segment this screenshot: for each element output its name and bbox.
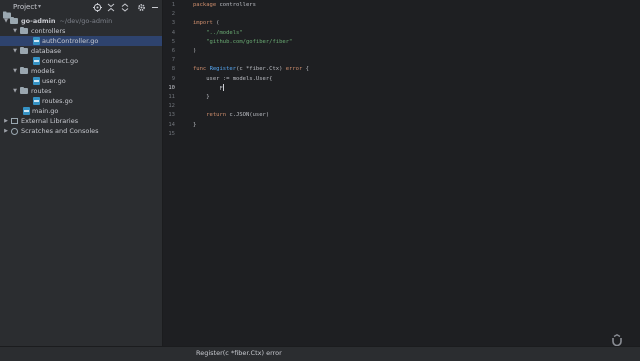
chevron-right-icon[interactable]: ▶	[3, 126, 9, 136]
tree-row-database[interactable]: ▼ database	[0, 46, 162, 56]
tree-label: models	[31, 67, 55, 75]
code-line[interactable]: user := models.User{	[193, 75, 272, 84]
line-number: 6	[171, 48, 175, 54]
tree-label: authController.go	[42, 37, 99, 45]
expand-all-icon[interactable]	[121, 3, 129, 14]
line-number: 12	[168, 103, 175, 110]
tree-row-controllers[interactable]: ▼ controllers	[0, 26, 162, 36]
go-file-icon	[33, 77, 40, 85]
line-number: 4	[171, 29, 175, 36]
tree-row-authcontroller[interactable]: authController.go	[0, 36, 162, 46]
folder-icon	[20, 87, 28, 94]
text-caret	[222, 83, 224, 91]
gear-icon[interactable]	[137, 3, 146, 14]
folder-icon	[10, 17, 18, 24]
go-file-icon	[33, 97, 40, 105]
line-number: 13	[168, 112, 175, 119]
line-number: 1	[171, 2, 175, 8]
code-line[interactable]: package controllers	[193, 1, 256, 10]
line-number: 3	[171, 20, 175, 27]
tree-row-main[interactable]: main.go	[0, 106, 162, 116]
project-root-path: ~/dev/go-admin	[59, 17, 113, 25]
tree-row-external-libraries[interactable]: ▶ External Libraries	[0, 116, 162, 126]
tree-row-go-admin[interactable]: ▼ go-admin ~/dev/go-admin	[0, 16, 162, 26]
collapse-all-icon[interactable]	[107, 3, 115, 14]
chevron-down-icon[interactable]: ▼	[12, 66, 18, 76]
line-number: 7	[171, 57, 175, 64]
status-bar: Register(c *fiber.Ctx) error	[0, 346, 640, 361]
hide-icon[interactable]	[151, 3, 159, 14]
code-line[interactable]: "github.com/gofiber/fiber"	[193, 38, 292, 47]
chevron-down-icon[interactable]: ▼	[3, 16, 9, 26]
line-number: 15	[168, 130, 175, 137]
line-number: 5	[171, 38, 175, 45]
chevron-down-icon[interactable]: ▼	[12, 26, 18, 36]
tree-row-user[interactable]: user.go	[0, 76, 162, 86]
project-root-name: go-admin	[21, 17, 56, 25]
locate-icon[interactable]	[93, 3, 102, 14]
code-line[interactable]: func Register(c *fiber.Ctx) error {	[193, 65, 309, 74]
status-bar-signature: Register(c *fiber.Ctx) error	[196, 349, 282, 357]
code-line[interactable]: )	[193, 47, 196, 56]
scratches-icon	[11, 128, 18, 135]
line-number: 8	[171, 66, 175, 73]
folder-icon	[20, 47, 28, 54]
folder-icon	[20, 27, 28, 34]
chevron-down-icon[interactable]: ▾	[38, 3, 41, 10]
project-panel-title[interactable]: Project	[13, 3, 37, 11]
tree-label: main.go	[32, 107, 59, 115]
line-number-current: 10	[168, 84, 175, 91]
tree-label: controllers	[31, 27, 66, 35]
line-number: 11	[168, 94, 175, 100]
tree-label: go-admin ~/dev/go-admin	[21, 16, 112, 26]
tree-row-routes-go[interactable]: routes.go	[0, 96, 162, 106]
line-number: 9	[171, 75, 175, 82]
udemy-logo-icon	[611, 331, 623, 347]
go-file-icon	[23, 107, 30, 115]
line-number: 14	[168, 121, 175, 128]
code-line[interactable]: }	[193, 93, 209, 102]
tree-label: routes.go	[42, 97, 73, 105]
folder-icon	[20, 67, 28, 74]
code-line[interactable]: "../models"	[193, 29, 242, 38]
tree-label: Scratches and Consoles	[21, 127, 99, 135]
folder-icon	[3, 4, 11, 19]
project-panel-header: Project ▾	[0, 0, 162, 19]
tree-row-scratches[interactable]: ▶ Scratches and Consoles	[0, 126, 162, 136]
code-line[interactable]: }	[193, 121, 196, 130]
tree-label: routes	[31, 87, 52, 95]
go-file-icon	[33, 57, 40, 65]
tree-row-models[interactable]: ▼ models	[0, 66, 162, 76]
line-number: 2	[171, 11, 175, 18]
project-panel: Project ▾ ▼ go-admin ~/dev/go-admin ▼ con…	[0, 0, 163, 360]
chevron-right-icon[interactable]: ▶	[3, 116, 9, 126]
tree-row-routes[interactable]: ▼ routes	[0, 86, 162, 96]
tree-row-connect[interactable]: connect.go	[0, 56, 162, 66]
chevron-down-icon[interactable]: ▼	[12, 86, 18, 96]
go-file-icon	[33, 37, 40, 45]
code-line[interactable]: return c.JSON(user)	[193, 111, 269, 120]
code-line[interactable]: import (	[193, 19, 220, 28]
tree-label: database	[31, 47, 62, 55]
tree-label: connect.go	[42, 57, 79, 65]
tree-label: External Libraries	[21, 117, 79, 125]
tree-label: user.go	[42, 77, 66, 85]
library-icon	[11, 118, 18, 124]
chevron-down-icon[interactable]: ▼	[12, 46, 18, 56]
line-number-gutter: 1 2 3 4 5 6 7 8 9 10 11 12 13 14 15	[163, 0, 185, 346]
code-editor[interactable]: 1 2 3 4 5 6 7 8 9 10 11 12 13 14 15 pack…	[163, 0, 640, 346]
